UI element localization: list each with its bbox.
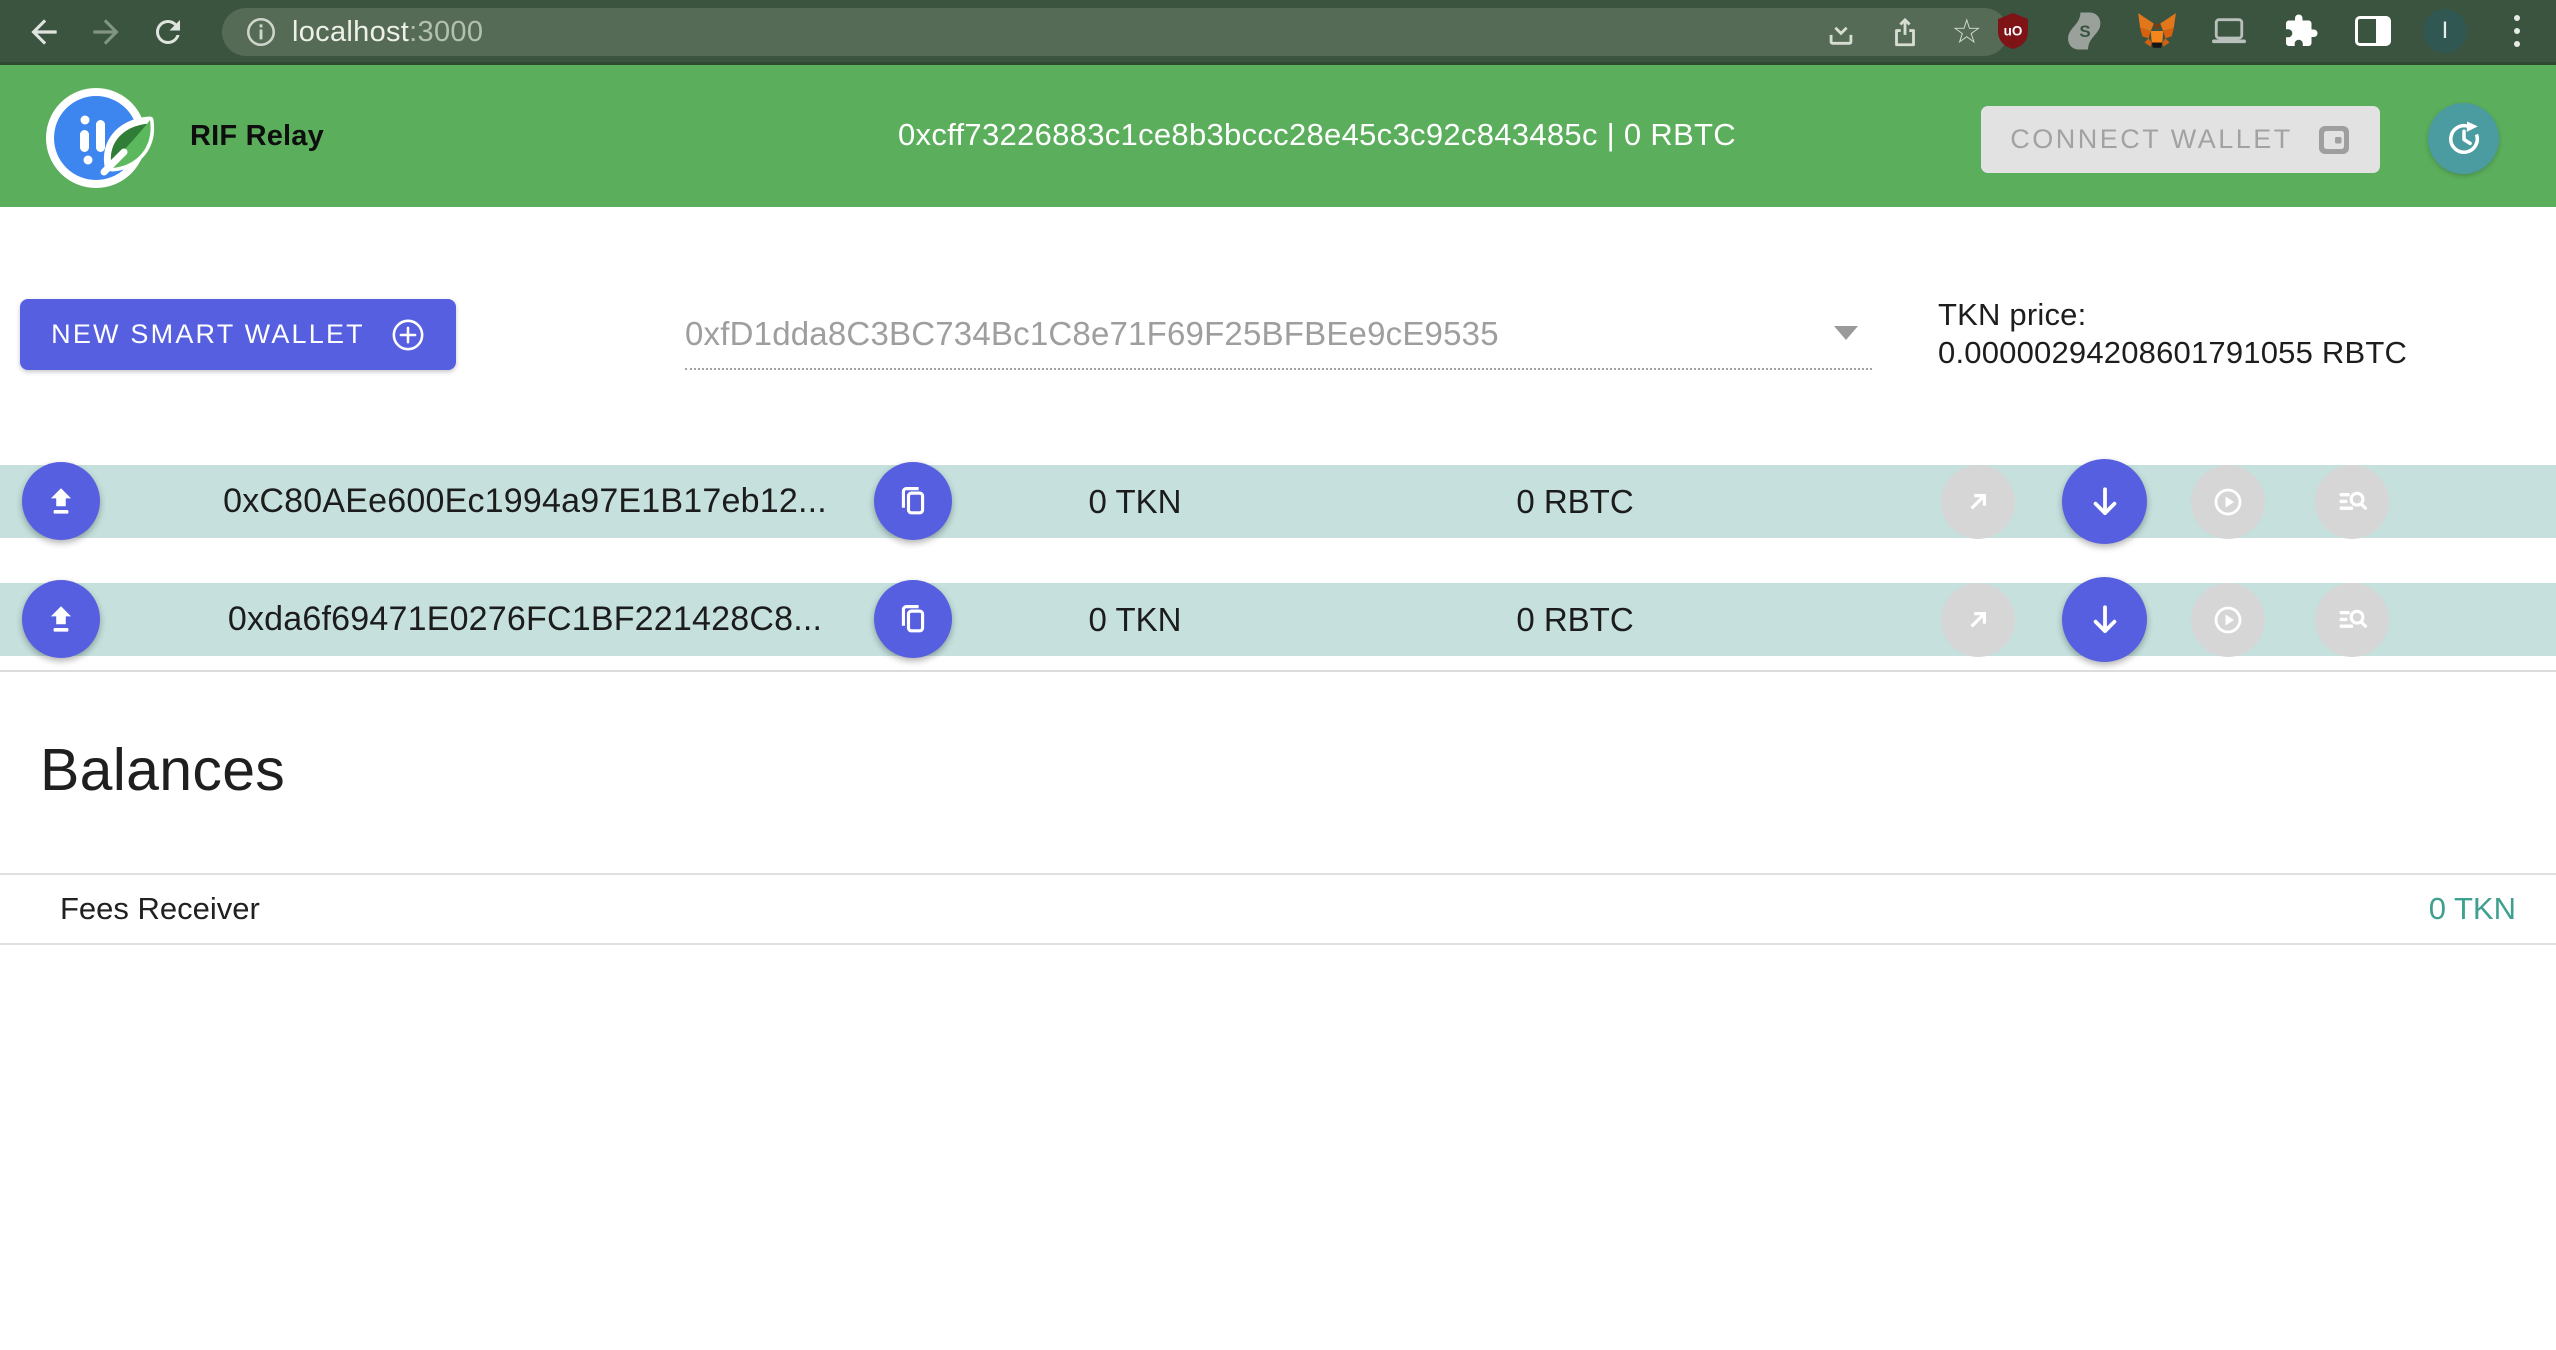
- wallet-address: 0xC80AEe600Ec1994a97E1B17eb12...: [200, 465, 850, 538]
- search-list-icon: [2334, 484, 2370, 520]
- omnibox[interactable]: localhost:3000 ☆: [222, 8, 2008, 56]
- execute-button[interactable]: [2191, 583, 2265, 657]
- url-port: :3000: [409, 16, 483, 48]
- forward-button[interactable]: [84, 10, 128, 54]
- share-icon[interactable]: [1888, 15, 1922, 49]
- search-list-icon: [2334, 602, 2370, 638]
- deploy-wallet-button[interactable]: [22, 462, 100, 540]
- copy-icon: [895, 483, 931, 519]
- side-panel-icon[interactable]: [2350, 8, 2396, 54]
- app-header: RIF Relay 0xcff73226883c1ce8b3bccc28e45c…: [0, 62, 2556, 207]
- reload-button[interactable]: [146, 10, 190, 54]
- metamask-extension-icon[interactable]: [2134, 8, 2180, 54]
- play-circle-icon: [2210, 484, 2246, 520]
- upload-icon: [43, 483, 79, 519]
- smart-wallet-select[interactable]: 0xfD1dda8C3BC734Bc1C8e71F69F25BFBEe9cE95…: [685, 300, 1872, 370]
- connect-wallet-button[interactable]: CONNECT WALLET: [1981, 106, 2380, 173]
- smart-wallet-row: 0xda6f69471E0276FC1BF221428C8... 0 TKN 0…: [0, 583, 2556, 656]
- refresh-clock-icon: [2443, 118, 2485, 160]
- selected-wallet-address: 0xfD1dda8C3BC734Bc1C8e71F69F25BFBEe9cE95…: [685, 315, 1499, 353]
- tkn-price-label: TKN price:: [1938, 296, 2498, 334]
- back-arrow-icon: [25, 13, 63, 51]
- wallet-tkn-balance: 0 TKN: [1030, 583, 1240, 656]
- rif-relay-logo: [44, 82, 162, 196]
- fees-receiver-label: Fees Receiver: [60, 891, 260, 927]
- s-extension-icon[interactable]: S: [2062, 8, 2108, 54]
- vertical-dots-icon: [2514, 15, 2520, 47]
- header-account-balance: 0xcff73226883c1ce8b3bccc28e45c3c92c84348…: [898, 117, 1736, 153]
- chevron-down-icon: [1834, 326, 1858, 340]
- transfer-button[interactable]: [1941, 465, 2015, 539]
- wallet-rbtc-balance: 0 RBTC: [1455, 465, 1695, 538]
- table-row: Fees Receiver 0 TKN: [0, 873, 2556, 945]
- svg-text:S: S: [2079, 22, 2090, 41]
- wallet-address: 0xda6f69471E0276FC1BF221428C8...: [200, 583, 850, 656]
- app-title: RIF Relay: [190, 120, 324, 153]
- site-info-icon[interactable]: [244, 15, 278, 49]
- new-smart-wallet-button[interactable]: NEW SMART WALLET: [20, 299, 456, 370]
- receive-button[interactable]: [2062, 459, 2147, 544]
- receive-button[interactable]: [2062, 577, 2147, 662]
- inspect-button[interactable]: [2315, 465, 2389, 539]
- copy-address-button[interactable]: [874, 580, 952, 658]
- forward-arrow-icon: [87, 13, 125, 51]
- url-host: localhost: [292, 16, 409, 48]
- plus-circle-icon: [391, 318, 425, 352]
- extensions-puzzle-icon[interactable]: [2278, 8, 2324, 54]
- smart-wallet-row: 0xC80AEe600Ec1994a97E1B17eb12... 0 TKN 0…: [0, 465, 2556, 538]
- laptop-extension-icon[interactable]: [2206, 8, 2252, 54]
- fees-receiver-value: 0 TKN: [2429, 891, 2516, 927]
- inspect-button[interactable]: [2315, 583, 2389, 657]
- svg-text:uO: uO: [2004, 24, 2023, 39]
- tkn-price: TKN price: 0.00000294208601791055 RBTC: [1938, 296, 2498, 372]
- execute-button[interactable]: [2191, 465, 2265, 539]
- copy-icon: [895, 601, 931, 637]
- url-text[interactable]: localhost:3000: [292, 16, 483, 49]
- refresh-button[interactable]: [2428, 103, 2499, 174]
- balances-title: Balances: [40, 736, 285, 804]
- back-button[interactable]: [22, 10, 66, 54]
- transfer-button[interactable]: [1941, 583, 2015, 657]
- ublock-extension-icon[interactable]: uO: [1990, 8, 2036, 54]
- wallet-rbtc-balance: 0 RBTC: [1455, 583, 1695, 656]
- reload-icon: [150, 14, 186, 50]
- arrow-down-icon: [2085, 600, 2125, 640]
- profile-avatar[interactable]: I: [2422, 8, 2468, 54]
- upload-icon: [43, 601, 79, 637]
- section-divider: [0, 670, 2556, 672]
- install-icon[interactable]: [1824, 15, 1858, 49]
- browser-chrome-bar: localhost:3000 ☆ uO S: [0, 0, 2556, 62]
- play-circle-icon: [2210, 602, 2246, 638]
- tkn-price-value: 0.00000294208601791055 RBTC: [1938, 334, 2498, 372]
- browser-menu-button[interactable]: [2494, 8, 2540, 54]
- arrow-up-right-icon: [1962, 486, 1994, 518]
- wallet-tkn-balance: 0 TKN: [1030, 465, 1240, 538]
- arrow-up-right-icon: [1962, 604, 1994, 636]
- bookmark-star-icon[interactable]: ☆: [1952, 15, 1982, 49]
- wallet-icon: [2317, 124, 2351, 156]
- arrow-down-icon: [2085, 482, 2125, 522]
- copy-address-button[interactable]: [874, 462, 952, 540]
- deploy-wallet-button[interactable]: [22, 580, 100, 658]
